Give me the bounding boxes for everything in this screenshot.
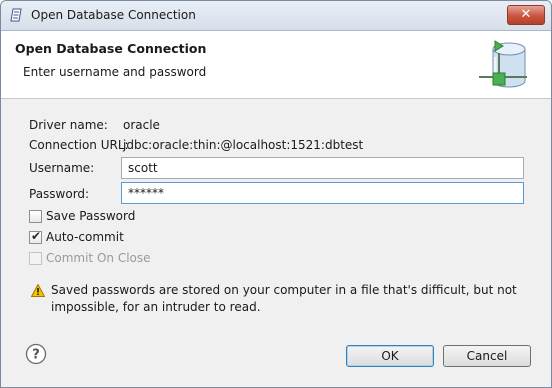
commit-on-close-label: Commit On Close bbox=[46, 251, 151, 265]
dialog-window: Open Database Connection ✕ Open Database… bbox=[0, 0, 552, 388]
close-icon: ✕ bbox=[520, 7, 532, 22]
window-title: Open Database Connection bbox=[31, 8, 196, 22]
header-title: Open Database Connection bbox=[15, 41, 207, 56]
save-password-label: Save Password bbox=[46, 209, 136, 223]
auto-commit-label: Auto-commit bbox=[46, 230, 124, 244]
header-banner: Open Database Connection Enter username … bbox=[1, 31, 551, 99]
auto-commit-checkbox[interactable]: ✔ bbox=[29, 229, 42, 244]
driver-name-value: oracle bbox=[123, 118, 160, 132]
title-bar[interactable]: Open Database Connection ✕ bbox=[1, 1, 551, 31]
help-glyph: ? bbox=[32, 348, 40, 363]
warning-icon bbox=[31, 284, 45, 297]
form-area: Driver name: oracle Connection URL: jdbc… bbox=[1, 100, 551, 340]
cancel-button[interactable]: Cancel bbox=[443, 345, 531, 367]
warning-message: Saved passwords are stored on your compu… bbox=[51, 283, 517, 314]
close-button[interactable]: ✕ bbox=[507, 5, 545, 25]
connection-url-label: Connection URL: bbox=[29, 138, 129, 152]
password-input[interactable] bbox=[121, 182, 524, 204]
connection-url-value: jdbc:oracle:thin:@localhost:1521:dbtest bbox=[123, 138, 364, 152]
username-input[interactable] bbox=[121, 157, 524, 179]
ok-button[interactable]: OK bbox=[346, 345, 434, 367]
app-icon bbox=[10, 8, 22, 22]
password-label: Password: bbox=[29, 187, 90, 201]
driver-name-label: Driver name: bbox=[29, 118, 108, 132]
commit-on-close-checkbox bbox=[29, 252, 42, 265]
username-label: Username: bbox=[29, 161, 95, 175]
header-message: Enter username and password bbox=[23, 65, 207, 79]
database-connection-icon bbox=[479, 40, 527, 88]
save-password-checkbox[interactable] bbox=[29, 210, 42, 223]
checkmark-icon: ✔ bbox=[31, 229, 42, 243]
help-icon[interactable]: ? bbox=[25, 343, 47, 365]
